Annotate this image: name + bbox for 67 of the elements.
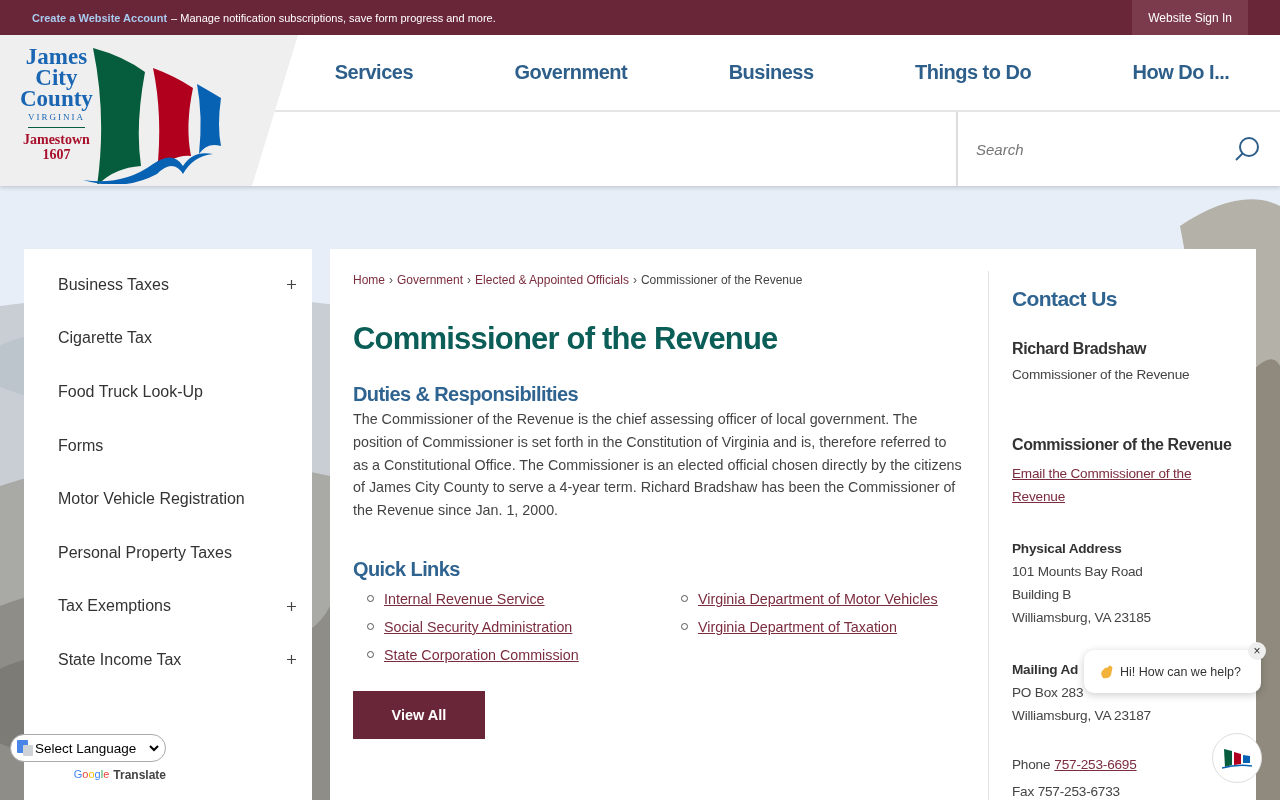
sidebar-item[interactable]: Motor Vehicle Registration (58, 490, 245, 509)
breadcrumb-link[interactable]: Elected & Appointed Officials (475, 273, 629, 287)
sidebar-item[interactable]: State Income Tax (58, 650, 182, 669)
nav-link[interactable]: Things to Do (914, 61, 1032, 84)
email-link[interactable]: Email the Commissioner of the Revenue (1012, 462, 1232, 508)
account-tagline: – Manage notification subscriptions, save form progress and more. (171, 11, 496, 24)
breadcrumb-separator: › (467, 273, 472, 287)
plus-icon[interactable] (287, 655, 296, 665)
contact-name: Richard Bradshaw (1012, 340, 1147, 358)
breadcrumb-current: Commissioner of the Revenue (640, 273, 803, 287)
paragraph: The Commissioner of the Revenue is the chief assessing officer of local government. The position of Commissioner is set forth in the Constitution of Virginia and is, therefore referred to as a Constitutional Office. The Commissioner is an elected official chosen directly by the citizens of James City County to serve a 4-year term. Richard Bradshaw has been the Commissioner of the Revenue since Jan. 1, 2000. (353, 410, 963, 521)
quick-link[interactable]: Social Security Administration (384, 619, 573, 635)
address-label: Physical Address (1012, 540, 1122, 558)
logo-town: Jamestown (23, 131, 90, 147)
address-label: Mailing Ad (1012, 661, 1079, 679)
nav-link[interactable]: Services (334, 61, 413, 84)
office-name: Commissioner of the Revenue (1012, 436, 1232, 454)
quick-link[interactable]: Virginia Department of Taxation (698, 619, 897, 635)
fax-number: Fax 757-253-6733 (1012, 783, 1120, 800)
logo-state: VIRGINIA (27, 111, 85, 128)
address-line: 101 Mounts Bay Road (1012, 563, 1143, 581)
sails-icon (1222, 747, 1252, 769)
chat-message: Hi! How can we help? (1120, 664, 1241, 679)
address-line: Williamsburg, VA 23185 (1012, 609, 1151, 627)
breadcrumb-separator: › (389, 273, 393, 287)
section-heading: Quick Links (353, 558, 461, 581)
nav-link[interactable]: Business (728, 61, 814, 84)
breadcrumb-separator: › (632, 273, 637, 287)
view-all-button[interactable]: View All (353, 691, 485, 739)
breadcrumb-link[interactable]: Home (353, 273, 385, 287)
plus-icon[interactable] (287, 280, 296, 290)
google-logo: Google (73, 768, 110, 782)
create-account-link[interactable]: Create a Website Account (32, 11, 168, 24)
sidebar-item[interactable]: Forms (58, 436, 104, 455)
address-line: PO Box 283 (1012, 684, 1084, 702)
plus-icon[interactable] (287, 601, 296, 611)
sign-in-button[interactable]: Website Sign In (1132, 0, 1248, 35)
breadcrumb-link[interactable]: Government (397, 273, 464, 287)
address-line: Building B (1012, 586, 1072, 604)
translate-link[interactable]: Translate (113, 768, 166, 782)
address-line: Williamsburg, VA 23187 (1012, 707, 1151, 725)
section-heading: Duties & Responsibilities (353, 383, 580, 406)
search-icon (1234, 136, 1260, 162)
search-button[interactable] (1234, 136, 1260, 162)
sidebar-item[interactable]: Tax Exemptions (58, 597, 171, 616)
language-select[interactable]: Select Language (10, 734, 166, 762)
sidebar-item[interactable]: Business Taxes (58, 275, 169, 294)
sidebar-item[interactable]: Food Truck Look-Up (58, 383, 203, 401)
sidebar-item[interactable]: Personal Property Taxes (58, 543, 232, 562)
phone-label: Phone (1012, 756, 1051, 774)
chevron-down-icon (149, 744, 159, 752)
sidebar-item[interactable]: Cigarette Tax (58, 329, 152, 348)
phone-link[interactable]: 757-253-6695 (1054, 753, 1137, 776)
quick-link[interactable]: Virginia Department of Motor Vehicles (698, 591, 938, 607)
logo[interactable]: James City County VIRGINIA Jamestown 1607 (20, 37, 223, 184)
quick-link[interactable]: State Corporation Commission (384, 647, 579, 663)
quick-link[interactable]: Internal Revenue Service (384, 591, 545, 607)
page-title: Commissioner of the Revenue (353, 321, 779, 357)
search-field[interactable]: Search (974, 139, 1218, 159)
nav-link[interactable]: Government (514, 61, 628, 84)
contact-heading: Contact Us (1012, 287, 1117, 311)
logo-year: 1607 (42, 146, 71, 162)
contact-title: Commissioner of the Revenue (1012, 366, 1190, 384)
nav-link[interactable]: How Do I... (1132, 61, 1230, 84)
logo-text: City (35, 66, 78, 88)
logo-text: James (25, 45, 88, 67)
translate-icon (17, 740, 33, 756)
